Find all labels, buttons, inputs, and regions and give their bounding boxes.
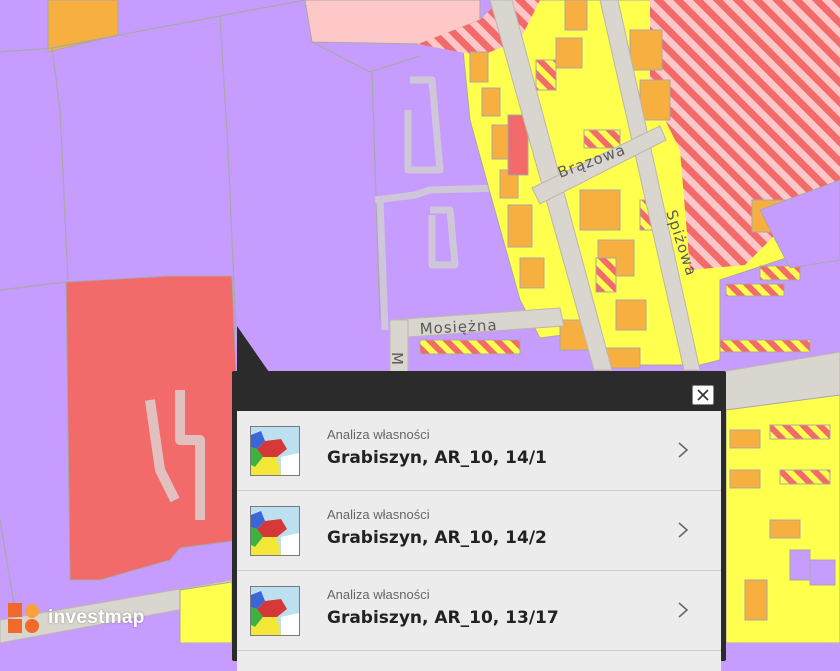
chevron-right-icon (678, 602, 689, 618)
result-subtitle: Analiza własności (327, 587, 430, 602)
result-title: Grabiszyn, AR_10, 14/1 (327, 448, 547, 468)
popup-pointer (237, 326, 269, 372)
ownership-map-icon (250, 426, 300, 476)
result-item[interactable]: Analiza własności Grabiszyn, AR_10, 13/1… (237, 571, 721, 651)
logo-text: investmap (48, 607, 145, 628)
parcel-popup: Analiza własności Grabiszyn, AR_10, 14/1… (232, 371, 726, 671)
chevron-right-icon (678, 442, 689, 458)
result-title: Grabiszyn, AR_10, 13/17 (327, 608, 559, 628)
chevron-right-icon (678, 522, 689, 538)
street-label-m: M (388, 352, 406, 366)
close-icon (697, 389, 709, 401)
results-list: Analiza własności Grabiszyn, AR_10, 14/1… (237, 411, 721, 671)
ownership-map-icon (250, 506, 300, 556)
close-button[interactable] (692, 385, 714, 405)
result-subtitle: Analiza własności (327, 427, 430, 442)
result-item[interactable]: Analiza własności Grabiszyn, AR_10, 14/1 (237, 411, 721, 491)
result-item[interactable]: Analiza własności Grabiszyn, AR_10, 14/2 (237, 491, 721, 571)
result-subtitle: Analiza własności (327, 507, 430, 522)
result-title: Grabiszyn, AR_10, 14/2 (327, 528, 547, 548)
ownership-map-icon (250, 586, 300, 636)
investmap-logo-icon (8, 603, 39, 633)
investmap-logo[interactable]: investmap (8, 600, 145, 636)
